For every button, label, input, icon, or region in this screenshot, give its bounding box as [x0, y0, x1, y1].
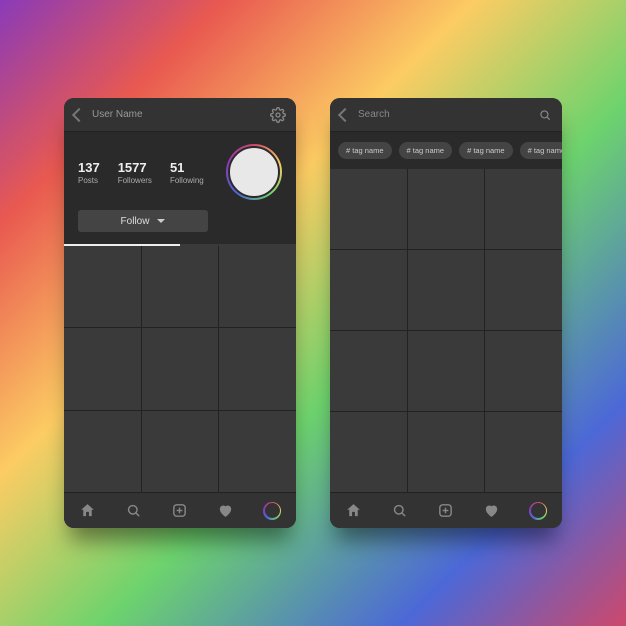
grid-cell[interactable]: [408, 412, 485, 492]
add-icon[interactable]: [171, 502, 188, 519]
avatar-ring-icon[interactable]: [529, 502, 547, 520]
tag-chip[interactable]: # tag name: [520, 142, 562, 159]
grid-cell[interactable]: [485, 331, 562, 411]
back-arrow-icon[interactable]: [338, 107, 352, 121]
stat-posts[interactable]: 137 Posts: [78, 160, 100, 185]
grid-cell[interactable]: [330, 169, 407, 249]
gear-icon[interactable]: [270, 107, 286, 123]
profile-stats-row: 137 Posts 1577 Followers 51 Following: [64, 132, 296, 210]
grid-cell[interactable]: [64, 328, 141, 409]
search-input[interactable]: Search: [358, 109, 530, 120]
chevron-down-icon: [157, 219, 165, 223]
search-icon[interactable]: [538, 108, 552, 122]
grid-cell[interactable]: [408, 250, 485, 330]
grid-cell[interactable]: [485, 412, 562, 492]
heart-icon[interactable]: [217, 502, 234, 519]
profile-screen: User Name 137 Posts 1577 Followers 51 Fo…: [64, 98, 296, 528]
search-screen: Search # tag name # tag name # tag name …: [330, 98, 562, 528]
home-icon[interactable]: [79, 502, 96, 519]
home-icon[interactable]: [345, 502, 362, 519]
profile-header: User Name: [64, 98, 296, 132]
stat-following[interactable]: 51 Following: [170, 160, 204, 185]
tag-chip[interactable]: # tag name: [459, 142, 513, 159]
search-icon[interactable]: [391, 502, 408, 519]
search-icon[interactable]: [125, 502, 142, 519]
heart-icon[interactable]: [483, 502, 500, 519]
grid-cell[interactable]: [142, 246, 219, 327]
grid-cell[interactable]: [219, 246, 296, 327]
profile-tab-indicator[interactable]: [64, 244, 296, 246]
grid-cell[interactable]: [330, 250, 407, 330]
grid-cell[interactable]: [64, 411, 141, 492]
bottom-nav: [64, 492, 296, 528]
tag-chip[interactable]: # tag name: [399, 142, 453, 159]
grid-cell[interactable]: [219, 328, 296, 409]
back-arrow-icon[interactable]: [72, 107, 86, 121]
bottom-nav: [330, 492, 562, 528]
grid-cell[interactable]: [330, 331, 407, 411]
profile-username: User Name: [92, 109, 262, 120]
grid-cell[interactable]: [64, 246, 141, 327]
tag-chip[interactable]: # tag name: [338, 142, 392, 159]
grid-cell[interactable]: [219, 411, 296, 492]
post-grid: [64, 246, 296, 492]
avatar[interactable]: [226, 144, 282, 200]
grid-cell[interactable]: [330, 412, 407, 492]
grid-cell[interactable]: [142, 411, 219, 492]
follow-button[interactable]: Follow: [78, 210, 208, 232]
grid-cell[interactable]: [485, 250, 562, 330]
grid-cell[interactable]: [408, 331, 485, 411]
search-header: Search: [330, 98, 562, 132]
grid-cell[interactable]: [408, 169, 485, 249]
avatar-ring-icon[interactable]: [263, 502, 281, 520]
explore-grid: [330, 169, 562, 492]
add-icon[interactable]: [437, 502, 454, 519]
tag-chip-row: # tag name # tag name # tag name # tag n…: [330, 132, 562, 169]
grid-cell[interactable]: [485, 169, 562, 249]
grid-cell[interactable]: [142, 328, 219, 409]
stat-followers[interactable]: 1577 Followers: [118, 160, 152, 185]
